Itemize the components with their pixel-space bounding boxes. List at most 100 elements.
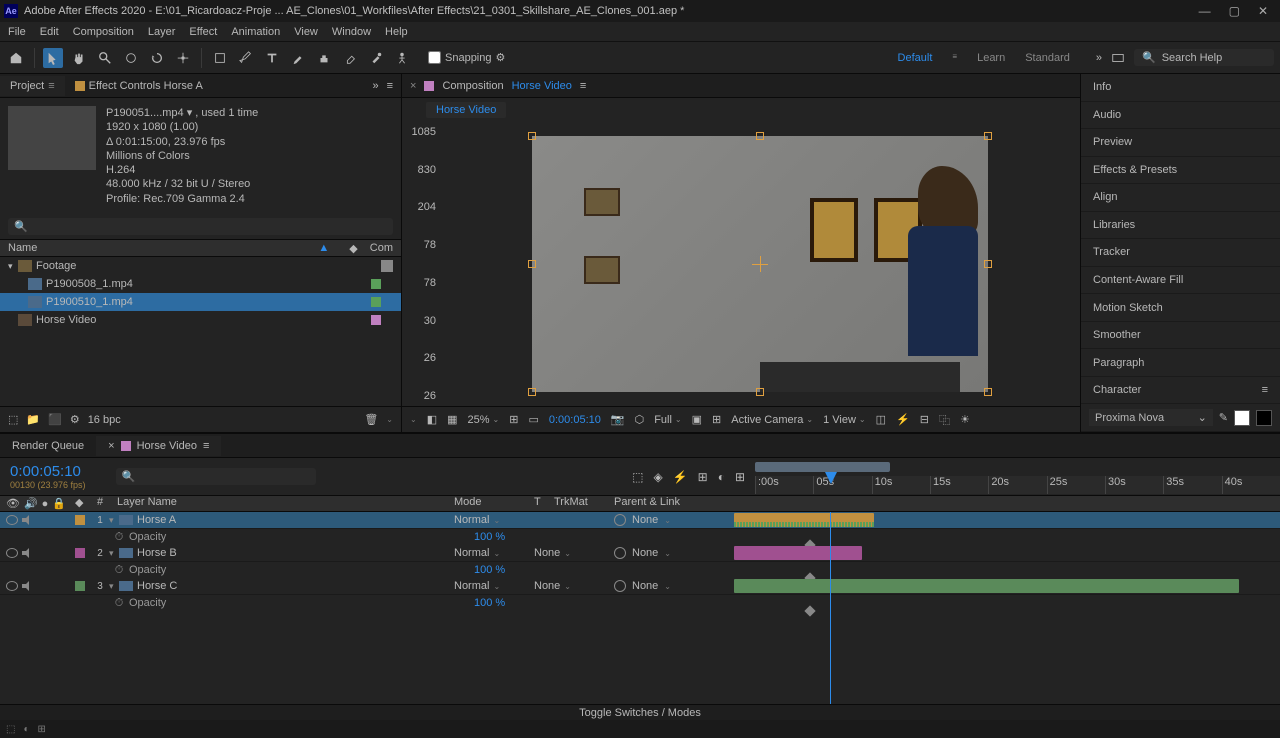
frame-blend-icon[interactable]: ⊞ (698, 470, 708, 484)
panel-preview[interactable]: Preview (1081, 129, 1280, 157)
proj-footer-chevron-icon[interactable]: ⌄ (386, 415, 393, 424)
panel-info[interactable]: Info (1081, 74, 1280, 102)
composition-name[interactable]: Horse Video (512, 80, 572, 92)
t-header[interactable]: T (534, 496, 554, 511)
playhead-line[interactable] (830, 512, 831, 704)
panel-motion-sketch[interactable]: Motion Sketch (1081, 294, 1280, 322)
camera-dropdown[interactable]: Active Camera⌄ (731, 414, 813, 426)
layer-name[interactable]: Horse A (137, 514, 176, 526)
project-tab-menu-icon[interactable]: ≡ (48, 80, 54, 92)
project-columns-header[interactable]: Name ▲ ◆ Com (0, 239, 401, 257)
mode-header[interactable]: Mode (454, 496, 534, 511)
blend-mode-dropdown[interactable]: Normal (454, 514, 489, 526)
layer-row-3[interactable]: 3 ▾ Horse C Normal⌄ None⌄ None⌄ (0, 578, 1280, 595)
menu-effect[interactable]: Effect (189, 26, 217, 38)
comp-mini-flowchart-icon[interactable]: ⬚ (632, 470, 643, 484)
project-item-comp[interactable]: Horse Video (0, 311, 401, 329)
roto-brush-tool[interactable] (366, 48, 386, 68)
workspace-menu-icon[interactable]: ≡ (952, 52, 957, 64)
workspace-standard[interactable]: Standard (1025, 52, 1070, 64)
transform-handle[interactable] (528, 132, 536, 140)
video-toggle[interactable] (6, 581, 18, 591)
font-family-dropdown[interactable]: Proxima Nova ⌄ (1089, 409, 1213, 426)
home-tool[interactable] (6, 48, 26, 68)
pen-tool[interactable] (236, 48, 256, 68)
menu-window[interactable]: Window (332, 26, 371, 38)
layer-bar[interactable] (734, 513, 874, 527)
parent-dropdown[interactable]: None (632, 547, 658, 559)
transform-handle[interactable] (528, 388, 536, 396)
status-icon[interactable]: ⊞ (38, 724, 46, 735)
rectangle-tool[interactable] (210, 48, 230, 68)
clone-stamp-tool[interactable] (314, 48, 334, 68)
motion-blur-icon[interactable]: ◐ (718, 470, 725, 484)
panel-menu-icon[interactable]: ≡ (1262, 384, 1268, 396)
grid-icon[interactable]: ⊞ (712, 413, 721, 426)
folder-twisty-icon[interactable]: ▾ (8, 261, 18, 272)
preview-timecode[interactable]: 0:00:05:10 (549, 414, 601, 426)
zoom-dropdown[interactable]: 25%⌄ (468, 414, 500, 426)
audio-toggle[interactable] (22, 515, 32, 525)
panel-paragraph[interactable]: Paragraph (1081, 349, 1280, 377)
property-value[interactable]: 100 % (474, 564, 554, 576)
timeline-ruler-area[interactable]: :00s 05s 10s 15s 20s 25s 30s 35s 40s (755, 458, 1280, 495)
opacity-property-row[interactable]: ⏱ Opacity 100 % (0, 562, 1280, 578)
parent-header[interactable]: Parent & Link (614, 496, 734, 511)
channel-icon[interactable]: ⬡ (635, 413, 645, 426)
col-comment-header[interactable]: Com (370, 242, 393, 254)
label-swatch[interactable] (371, 315, 381, 325)
search-help[interactable]: 🔍 Search Help (1134, 49, 1274, 66)
exposure-icon[interactable]: ☀ (960, 413, 970, 426)
parent-dropdown[interactable]: None (632, 580, 658, 592)
layer-name[interactable]: Horse B (137, 547, 177, 559)
new-comp-icon[interactable]: ⬛ (48, 413, 62, 426)
video-toggle[interactable] (6, 515, 18, 525)
share-icon[interactable] (1108, 48, 1128, 68)
comp-tab-menu-icon[interactable]: ≡ (580, 80, 586, 92)
time-ruler[interactable]: :00s 05s 10s 15s 20s 25s 30s 35s 40s (755, 476, 1280, 494)
close-tab-icon[interactable]: × (410, 80, 416, 92)
eyedropper-icon[interactable]: ✎ (1219, 411, 1228, 424)
panel-content-aware-fill[interactable]: Content-Aware Fill (1081, 267, 1280, 295)
flowchart-icon[interactable]: ⿻ (939, 412, 950, 428)
toggle-switches-modes-button[interactable]: Toggle Switches / Modes (579, 707, 701, 719)
selection-tool[interactable] (43, 48, 63, 68)
menu-file[interactable]: File (8, 26, 26, 38)
pickwhip-icon[interactable] (614, 514, 626, 526)
col-label-icon[interactable]: ◆ (349, 242, 357, 255)
label-col-icon[interactable]: ◆ (75, 496, 91, 511)
composition-canvas[interactable] (532, 136, 988, 392)
status-icon[interactable]: ◐ (23, 724, 29, 735)
layer-bar[interactable] (734, 546, 862, 560)
panel-align[interactable]: Align (1081, 184, 1280, 212)
menu-composition[interactable]: Composition (73, 26, 134, 38)
sort-arrow-icon[interactable]: ▲ (318, 242, 329, 254)
bpc-toggle[interactable]: 16 bpc (88, 414, 121, 426)
clip-thumbnail[interactable] (8, 106, 96, 170)
anchor-point-icon[interactable] (752, 256, 768, 272)
project-item-footage-folder[interactable]: ▾ Footage (0, 257, 401, 275)
stopwatch-icon[interactable]: ⏱ (109, 564, 129, 577)
pixel-aspect-icon[interactable]: ◫ (876, 413, 886, 426)
pickwhip-icon[interactable] (614, 547, 626, 559)
render-queue-tab[interactable]: Render Queue (0, 436, 96, 456)
label-swatch[interactable] (75, 581, 85, 591)
close-button[interactable]: ✕ (1258, 4, 1268, 18)
timeline-search-input[interactable]: 🔍 (116, 468, 316, 485)
tab-menu-icon[interactable]: ≡ (203, 440, 209, 452)
panel-smoother[interactable]: Smoother (1081, 322, 1280, 350)
layer-twisty-icon[interactable]: ▾ (109, 548, 119, 559)
property-value[interactable]: 100 % (474, 597, 554, 609)
status-icon[interactable]: ⬚ (6, 724, 15, 735)
layer-row-1[interactable]: 1 ▾ Horse A Normal⌄ None⌄ (0, 512, 1280, 529)
delete-icon[interactable]: 🗑 (364, 413, 378, 426)
trkmat-header[interactable]: TrkMat (554, 496, 614, 511)
snapshot-icon[interactable]: 📷 (611, 413, 625, 426)
opacity-property-row[interactable]: ⏱ Opacity 100 % (0, 595, 1280, 611)
stroke-color-swatch[interactable] (1256, 410, 1272, 426)
panel-menu-icon[interactable]: ≡ (387, 80, 393, 92)
workspace-default[interactable]: Default (898, 52, 933, 64)
zoom-tool[interactable] (95, 48, 115, 68)
transform-handle[interactable] (756, 388, 764, 396)
timeline-comp-tab[interactable]: × Horse Video ≡ (96, 436, 221, 456)
